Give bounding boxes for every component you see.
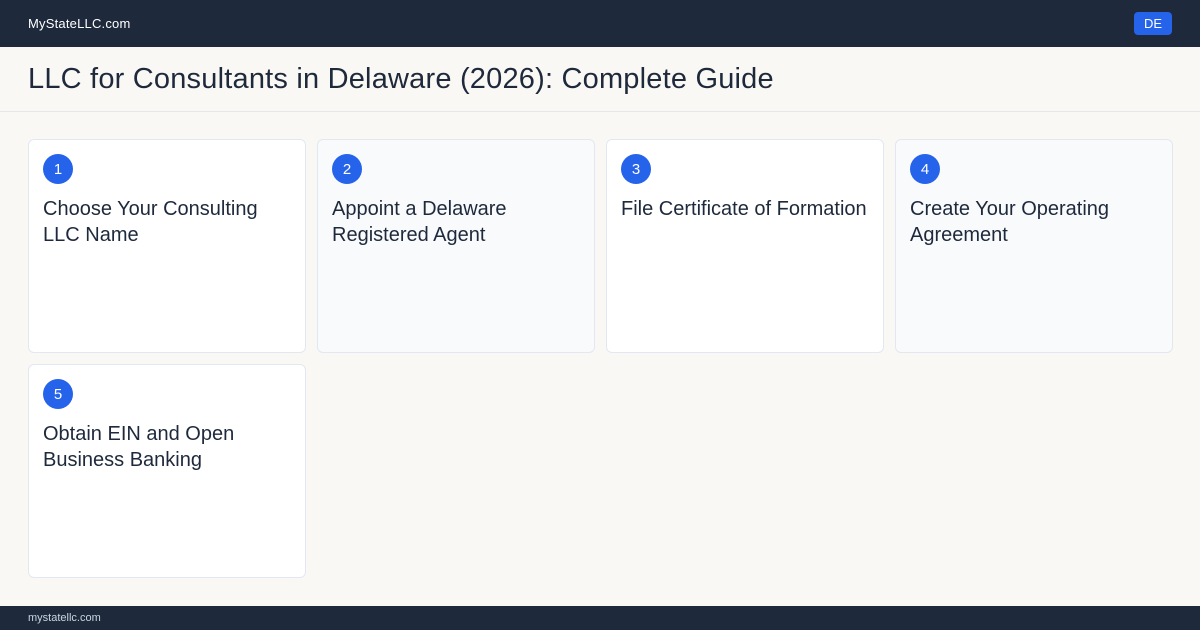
steps-grid: 1 Choose Your Consulting LLC Name 2 Appo… (28, 139, 1173, 578)
step-number-badge: 4 (910, 154, 940, 184)
state-badge[interactable]: DE (1133, 12, 1172, 35)
step-title: Obtain EIN and Open Business Banking (43, 423, 235, 471)
step-title: Choose Your Consulting LLC Name (43, 198, 258, 246)
step-title: File Certificate of Formation (621, 198, 867, 220)
step-title: Appoint a Delaware Registered Agent (332, 198, 507, 246)
title-bar: LLC for Consultants in Delaware (2026): … (0, 47, 1200, 112)
step-card-4[interactable]: 4 Create Your Operating Agreement (895, 139, 1173, 353)
page-title: LLC for Consultants in Delaware (2026): … (28, 62, 774, 95)
step-number-badge: 2 (332, 154, 362, 184)
top-nav-bar: MyStateLLC.com DE (0, 0, 1200, 47)
step-card-2[interactable]: 2 Appoint a Delaware Registered Agent (317, 139, 595, 353)
footer-bar: mystatellc.com (0, 606, 1200, 630)
step-card-5[interactable]: 5 Obtain EIN and Open Business Banking (28, 364, 306, 578)
footer-domain: mystatellc.com (28, 612, 101, 624)
step-number-badge: 3 (621, 154, 651, 184)
step-card-3[interactable]: 3 File Certificate of Formation (606, 139, 884, 353)
step-number-badge: 5 (43, 379, 73, 409)
step-number-badge: 1 (43, 154, 73, 184)
step-card-1[interactable]: 1 Choose Your Consulting LLC Name (28, 139, 306, 353)
step-title: Create Your Operating Agreement (910, 198, 1110, 246)
site-brand-link[interactable]: MyStateLLC.com (28, 16, 131, 31)
